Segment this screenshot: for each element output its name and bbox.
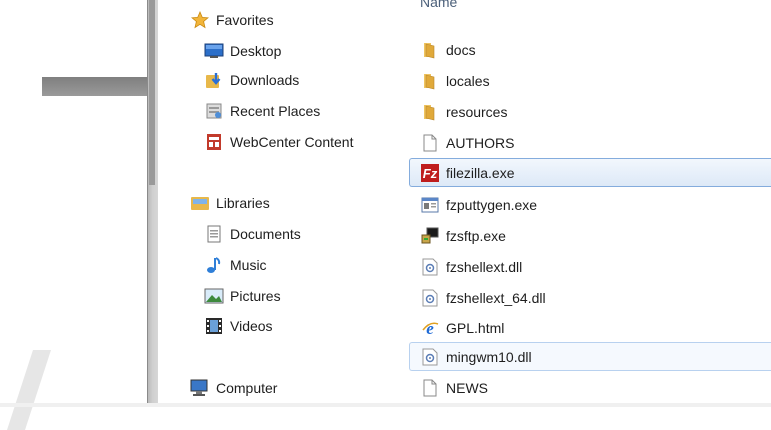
desktop-icon: [204, 42, 224, 60]
webcenter-icon: [204, 133, 224, 151]
file-name: fzshellext.dll: [446, 258, 523, 275]
background-decoration: [7, 350, 51, 430]
file-name: mingwm10.dll: [446, 348, 532, 365]
folder-icon: [421, 102, 439, 122]
file-name: AUTHORS: [446, 134, 515, 151]
nav-libraries-label: Libraries: [216, 195, 270, 211]
nav-item-documents[interactable]: Documents: [204, 222, 301, 246]
nav-item-webcenter-content[interactable]: WebCenter Content: [204, 130, 353, 154]
file-row-docs[interactable]: docs: [410, 36, 771, 63]
file-icon: [421, 133, 439, 153]
navigation-pane: Favorites Desktop Downloads Recent Place…: [158, 0, 390, 407]
nav-item-label: Pictures: [230, 288, 281, 304]
nav-item-label: WebCenter Content: [230, 134, 354, 150]
nav-item-music[interactable]: Music: [204, 253, 267, 277]
file-name: filezilla.exe: [446, 164, 515, 181]
file-name: docs: [446, 41, 476, 58]
svg-text:e: e: [426, 319, 434, 337]
background-window-edge: [42, 77, 147, 96]
nav-item-recent-places[interactable]: Recent Places: [204, 99, 320, 123]
file-name: resources: [446, 103, 508, 120]
column-header-name[interactable]: Name: [420, 0, 457, 10]
dll-icon: [421, 347, 439, 367]
file-row-fzshellext-64-dll[interactable]: fzshellext_64.dll: [410, 284, 771, 311]
nav-item-desktop[interactable]: Desktop: [204, 39, 281, 63]
file-row-mingwm10-dll[interactable]: mingwm10.dll: [409, 342, 771, 371]
nav-computer-label: Computer: [216, 380, 278, 396]
computer-icon: [190, 379, 210, 397]
downloads-icon: [204, 71, 224, 89]
svg-text:Fz: Fz: [423, 166, 438, 181]
dll-icon: [421, 257, 439, 277]
nav-computer[interactable]: Computer: [190, 376, 277, 400]
folder-icon: [421, 71, 439, 91]
ie-html-icon: e: [421, 318, 439, 338]
file-name: fzshellext_64.dll: [446, 289, 546, 306]
nav-item-label: Recent Places: [230, 103, 321, 119]
file-row-news[interactable]: NEWS: [410, 374, 771, 401]
nav-item-label: Documents: [230, 226, 301, 242]
desktop-background: [0, 0, 147, 430]
file-row-filezilla-exe[interactable]: Fz filezilla.exe: [409, 158, 771, 187]
file-row-authors[interactable]: AUTHORS: [410, 129, 771, 156]
nav-libraries[interactable]: Libraries: [190, 191, 270, 215]
app-window-icon: [421, 195, 439, 215]
folder-icon: [421, 40, 439, 60]
file-row-locales[interactable]: locales: [410, 67, 771, 94]
nav-item-pictures[interactable]: Pictures: [204, 284, 281, 308]
nav-item-videos[interactable]: Videos: [204, 314, 273, 338]
nav-item-label: Videos: [230, 318, 273, 334]
libraries-icon: [190, 194, 210, 212]
console-app-icon: [421, 226, 439, 246]
nav-item-label: Music: [230, 257, 267, 273]
file-name: fzputtygen.exe: [446, 196, 538, 213]
filezilla-icon: Fz: [421, 163, 439, 183]
file-row-resources[interactable]: resources: [410, 98, 771, 125]
recent-places-icon: [204, 102, 224, 120]
nav-favorites-label: Favorites: [216, 12, 274, 28]
nav-item-label: Desktop: [230, 43, 282, 59]
dll-icon: [421, 288, 439, 308]
file-row-fzsftp-exe[interactable]: fzsftp.exe: [410, 222, 771, 249]
file-name: NEWS: [446, 379, 488, 396]
file-name: fzsftp.exe: [446, 227, 506, 244]
nav-item-label: Downloads: [230, 72, 300, 88]
file-row-gpl-html[interactable]: e GPL.html: [410, 314, 771, 341]
window-bottom-edge: [0, 403, 771, 407]
star-icon: [190, 11, 210, 29]
pictures-icon: [204, 287, 224, 305]
music-icon: [204, 256, 224, 274]
documents-icon: [204, 225, 224, 243]
file-icon: [421, 378, 439, 398]
file-name: GPL.html: [446, 319, 505, 336]
file-name: locales: [446, 72, 490, 89]
videos-icon: [204, 317, 224, 335]
window-frame-shadow: [149, 0, 155, 185]
file-row-fzputtygen-exe[interactable]: fzputtygen.exe: [410, 191, 771, 218]
file-row-fzshellext-dll[interactable]: fzshellext.dll: [410, 253, 771, 280]
nav-item-downloads[interactable]: Downloads: [204, 68, 299, 92]
nav-favorites[interactable]: Favorites: [190, 8, 274, 32]
file-list-pane: Name docs locales resources AUTHORS Fz f…: [390, 0, 771, 407]
